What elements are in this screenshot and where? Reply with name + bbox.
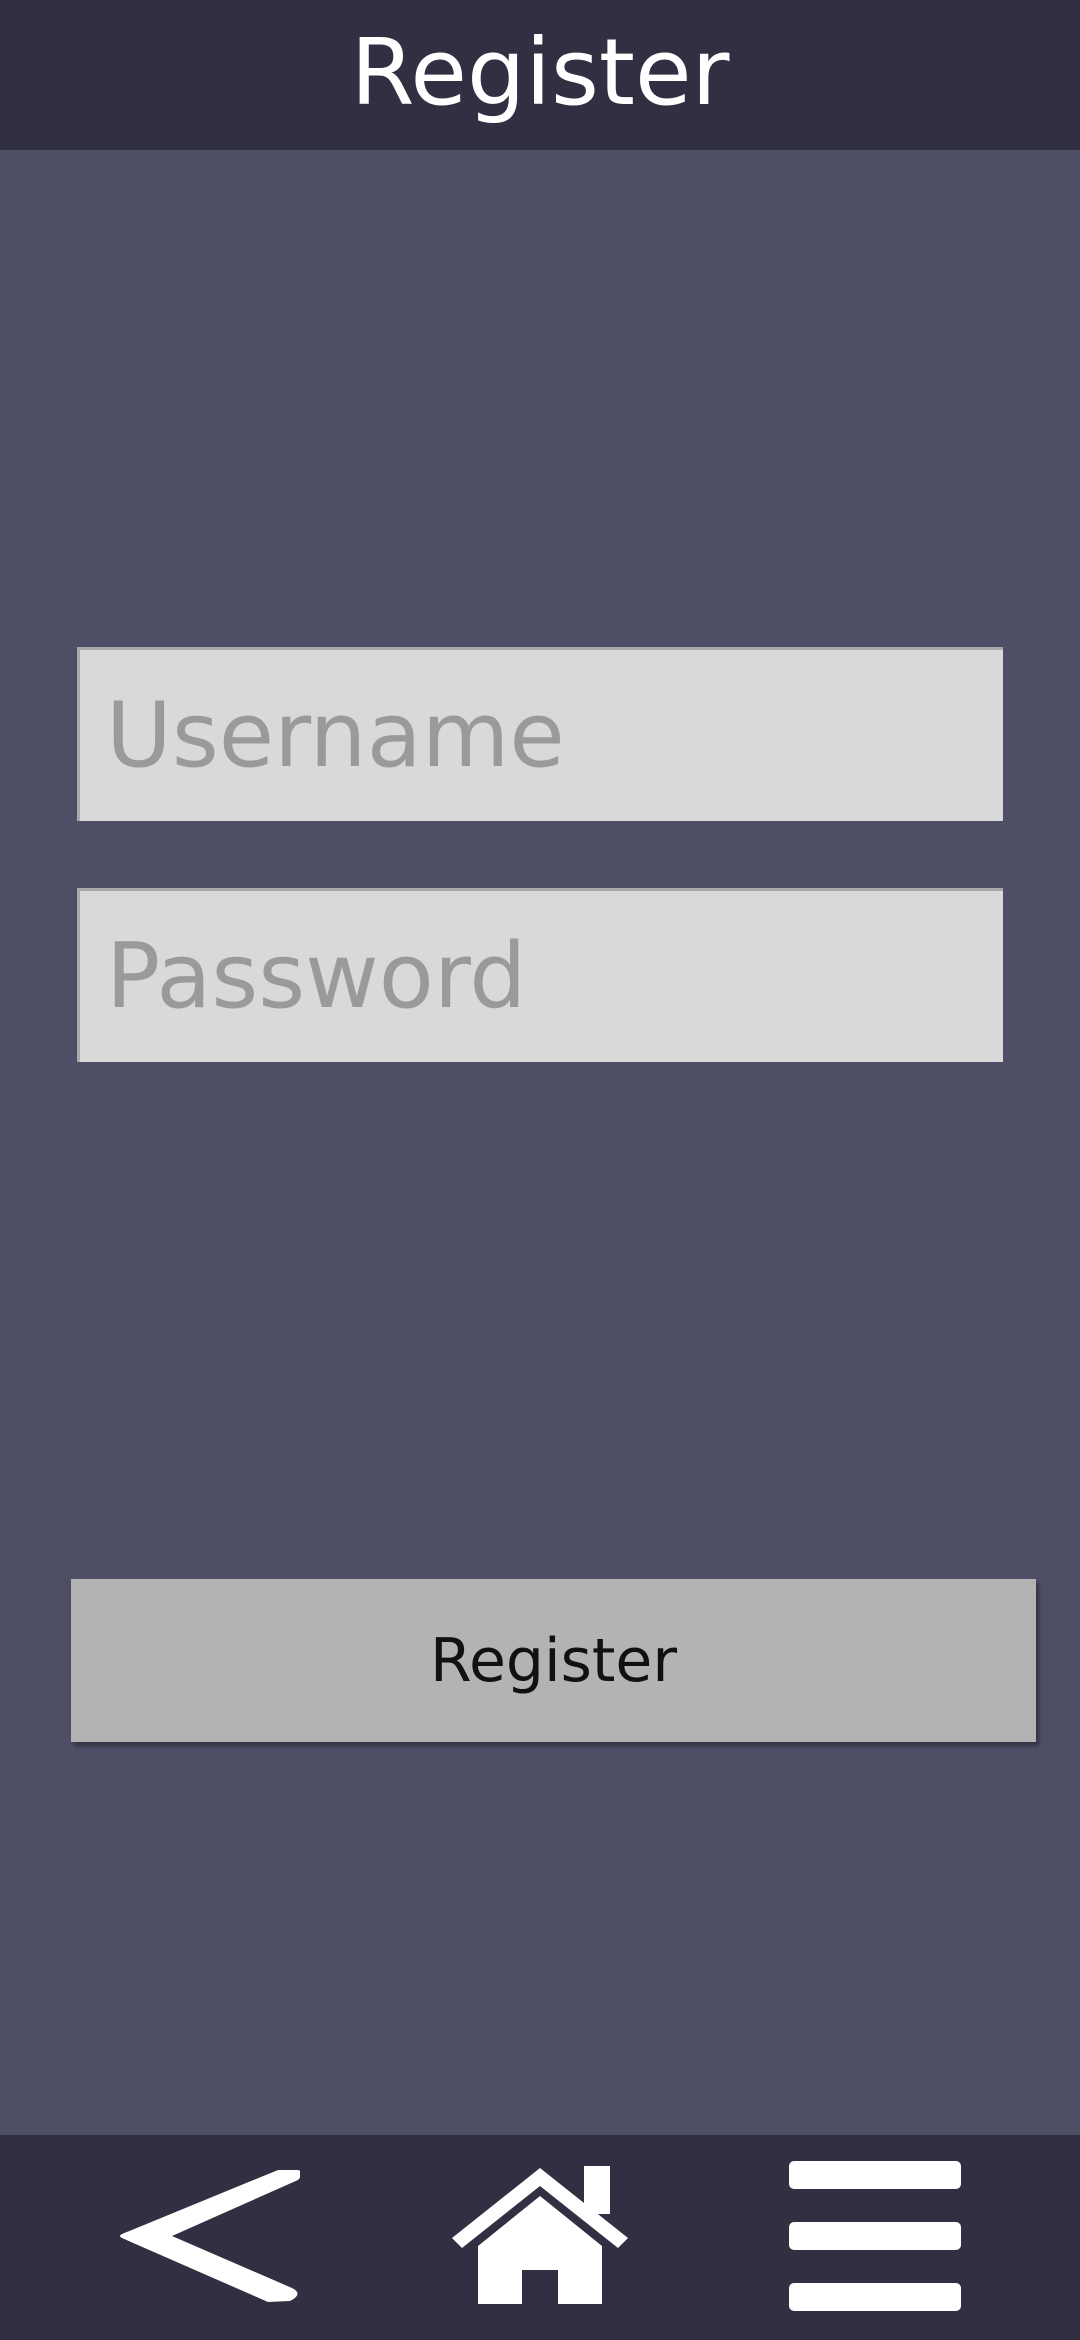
home-icon	[452, 2166, 628, 2304]
password-field-container	[77, 888, 1003, 1062]
nav-menu-button[interactable]	[780, 2161, 970, 2311]
register-button[interactable]: Register	[71, 1579, 1036, 1742]
back-icon	[120, 2170, 300, 2302]
page-title: Register	[350, 19, 730, 126]
password-input[interactable]	[106, 891, 1003, 1062]
bottom-navigation	[0, 2135, 1080, 2340]
register-screen: Register Register	[0, 0, 1080, 2340]
username-field-container	[77, 647, 1003, 821]
nav-home-button[interactable]	[440, 2161, 640, 2311]
menu-icon	[789, 2161, 961, 2311]
nav-back-button[interactable]	[110, 2161, 310, 2311]
username-input[interactable]	[106, 650, 1003, 821]
app-header: Register	[0, 0, 1080, 150]
register-button-label: Register	[429, 1625, 678, 1696]
